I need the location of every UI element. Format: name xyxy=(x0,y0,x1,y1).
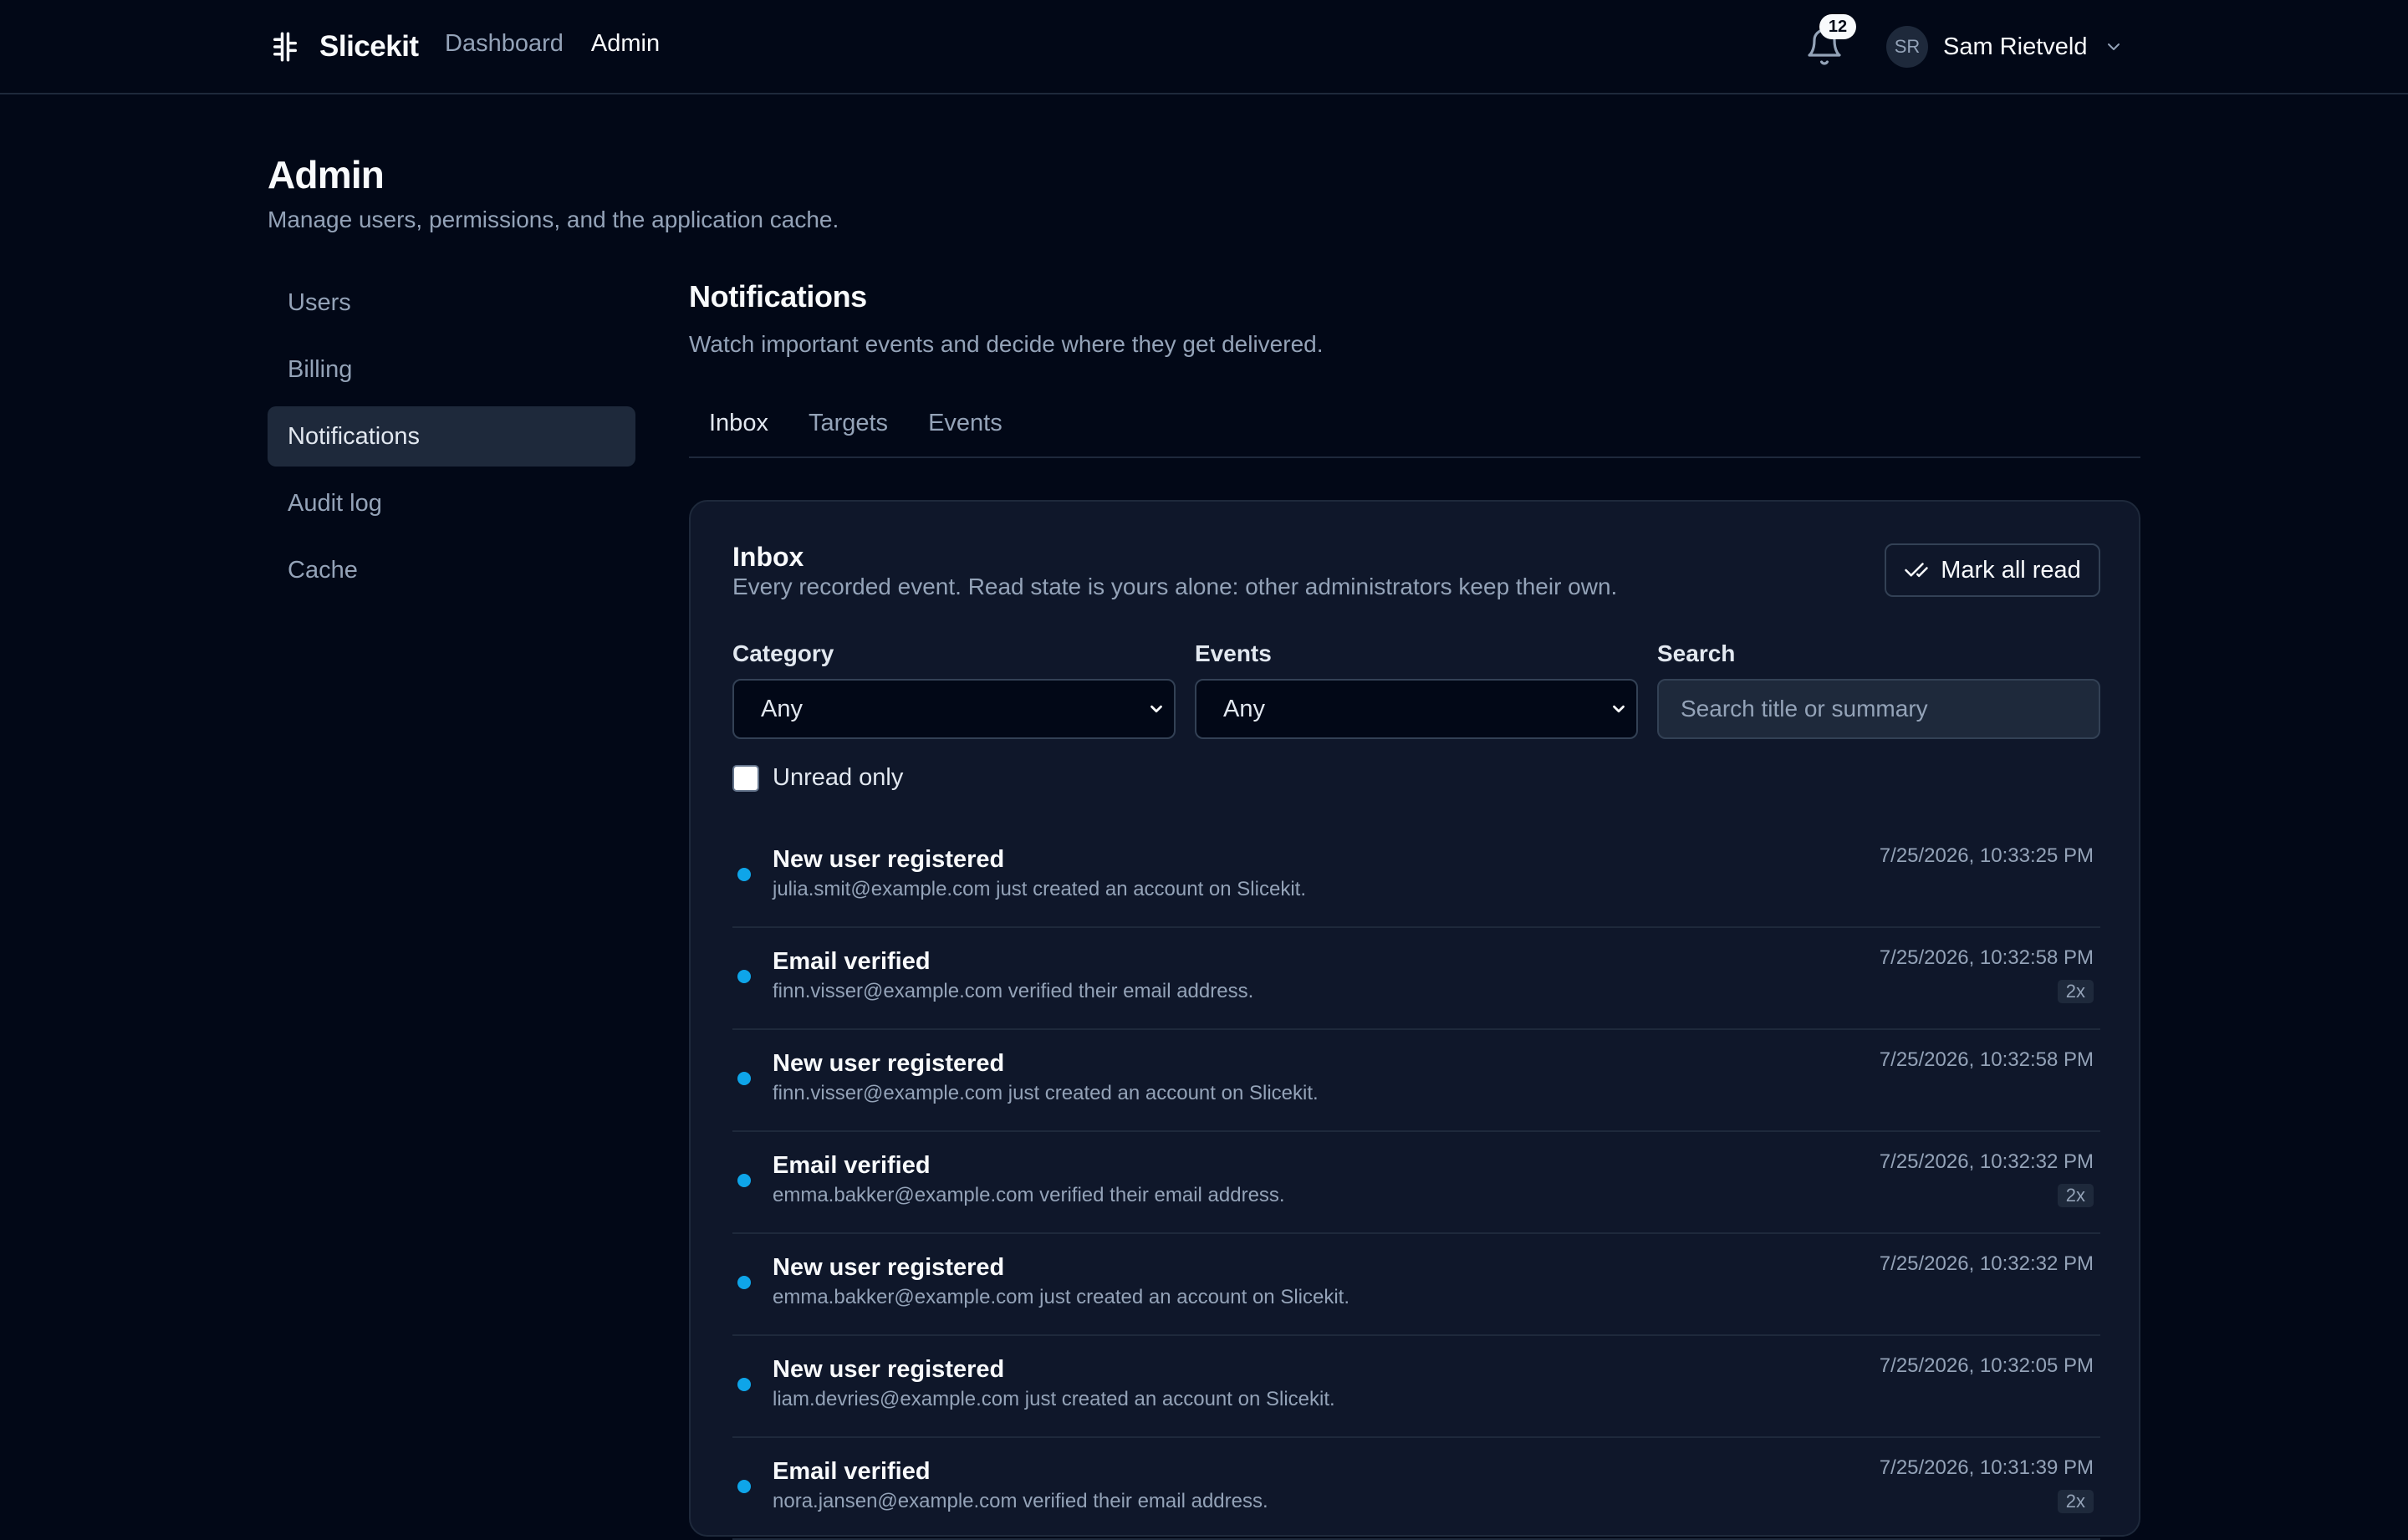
chevron-down-icon xyxy=(1613,705,1625,713)
events-filter: Events Any xyxy=(1195,640,1638,739)
events-label: Events xyxy=(1195,640,1272,666)
inbox-title: Inbox xyxy=(732,542,804,572)
nav-dashboard[interactable]: Dashboard xyxy=(445,30,564,58)
unread-only-label: Unread only xyxy=(773,764,904,791)
tab-events[interactable]: Events xyxy=(908,403,1023,443)
search-input[interactable] xyxy=(1657,679,2100,739)
mark-all-read-label: Mark all read xyxy=(1941,556,2081,584)
sidebar-item-cache[interactable]: Cache xyxy=(268,540,635,600)
brand-name: Slicekit xyxy=(319,30,419,63)
list-item[interactable]: New user registered julia.smit@example.c… xyxy=(732,826,2100,928)
item-title: New user registered xyxy=(773,1356,1005,1383)
item-title: Email verified xyxy=(773,948,931,975)
check-check-icon xyxy=(1905,563,1928,578)
sidebar-item-users[interactable]: Users xyxy=(268,273,635,333)
category-value: Any xyxy=(761,696,803,722)
notification-count-badge: 12 xyxy=(1819,14,1856,39)
list-item[interactable]: New user registered liam.devries@example… xyxy=(732,1336,2100,1438)
search-filter: Search xyxy=(1657,640,2100,739)
item-title: New user registered xyxy=(773,1050,1005,1077)
item-title: New user registered xyxy=(773,846,1005,873)
slicekit-logo-icon xyxy=(273,32,297,62)
avatar: SR xyxy=(1886,26,1928,68)
chevron-down-icon xyxy=(1150,705,1162,713)
unread-dot xyxy=(737,1480,751,1493)
item-summary: finn.visser@example.com verified their e… xyxy=(773,980,1254,1002)
list-item[interactable]: Email verified nora.jansen@example.com v… xyxy=(732,1438,2100,1540)
inbox-subtitle: Every recorded event. Read state is your… xyxy=(732,574,1618,599)
count-badge: 2x xyxy=(2057,1490,2094,1513)
list-item[interactable]: New user registered finn.visser@example.… xyxy=(732,1030,2100,1132)
section-subtitle: Watch important events and decide where … xyxy=(689,331,1324,357)
inbox-card: Inbox Every recorded event. Read state i… xyxy=(689,500,2140,1540)
sidebar-item-notifications[interactable]: Notifications xyxy=(268,406,635,467)
unread-only-toggle[interactable]: Unread only xyxy=(732,764,903,792)
item-summary: emma.bakker@example.com verified their e… xyxy=(773,1184,1285,1206)
events-select[interactable]: Any xyxy=(1195,679,1638,739)
brand[interactable]: Slicekit xyxy=(268,25,419,69)
events-value: Any xyxy=(1223,696,1265,722)
unread-dot xyxy=(737,1276,751,1289)
item-summary: emma.bakker@example.com just created an … xyxy=(773,1286,1350,1308)
unread-dot xyxy=(737,970,751,983)
unread-dot xyxy=(737,1174,751,1187)
page-title: Admin xyxy=(268,153,385,196)
tab-bar: Inbox Targets Events xyxy=(689,403,2140,458)
tab-targets[interactable]: Targets xyxy=(788,403,908,443)
item-timestamp: 7/25/2026, 10:32:32 PM xyxy=(1879,1252,2094,1275)
item-timestamp: 7/25/2026, 10:32:05 PM xyxy=(1879,1354,2094,1377)
user-name: Sam Rietveld xyxy=(1943,33,2088,60)
list-item[interactable]: Email verified emma.bakker@example.com v… xyxy=(732,1132,2100,1234)
item-timestamp: 7/25/2026, 10:33:25 PM xyxy=(1879,844,2094,867)
item-timestamp: 7/25/2026, 10:32:58 PM xyxy=(1879,946,2094,969)
unread-dot xyxy=(737,1072,751,1085)
item-timestamp: 7/25/2026, 10:31:39 PM xyxy=(1879,1456,2094,1479)
list-item[interactable]: Email verified finn.visser@example.com v… xyxy=(732,928,2100,1030)
item-title: Email verified xyxy=(773,1458,931,1485)
item-timestamp: 7/25/2026, 10:32:32 PM xyxy=(1879,1150,2094,1173)
item-title: Email verified xyxy=(773,1152,931,1179)
admin-sidebar: Users Billing Notifications Audit log Ca… xyxy=(268,273,635,607)
unread-dot xyxy=(737,1378,751,1391)
category-select[interactable]: Any xyxy=(732,679,1176,739)
unread-only-checkbox[interactable] xyxy=(732,764,759,792)
user-menu[interactable]: SR Sam Rietveld xyxy=(1886,25,2124,69)
count-badge: 2x xyxy=(2057,1184,2094,1207)
nav-admin[interactable]: Admin xyxy=(591,30,660,58)
search-label: Search xyxy=(1657,640,1736,666)
list-item[interactable]: New user registered emma.bakker@example.… xyxy=(732,1234,2100,1336)
unread-dot xyxy=(737,868,751,881)
mark-all-read-button[interactable]: Mark all read xyxy=(1885,543,2100,597)
item-summary: liam.devries@example.com just created an… xyxy=(773,1388,1335,1410)
section-title: Notifications xyxy=(689,279,867,314)
item-summary: finn.visser@example.com just created an … xyxy=(773,1082,1319,1104)
item-timestamp: 7/25/2026, 10:32:58 PM xyxy=(1879,1048,2094,1071)
top-bar: Slicekit Dashboard Admin 12 SR Sam Rietv… xyxy=(0,0,2408,94)
item-summary: nora.jansen@example.com verified their e… xyxy=(773,1490,1268,1512)
item-summary: julia.smit@example.com just created an a… xyxy=(773,878,1306,900)
notification-list: New user registered julia.smit@example.c… xyxy=(732,826,2100,1540)
count-badge: 2x xyxy=(2057,980,2094,1003)
category-filter: Category Any xyxy=(732,640,1176,739)
sidebar-item-billing[interactable]: Billing xyxy=(268,339,635,400)
notifications-section: Notifications Watch important events and… xyxy=(689,279,2140,458)
sidebar-item-audit-log[interactable]: Audit log xyxy=(268,473,635,533)
chevron-down-icon xyxy=(2108,43,2120,50)
tab-inbox[interactable]: Inbox xyxy=(689,403,788,443)
category-label: Category xyxy=(732,640,834,666)
item-title: New user registered xyxy=(773,1254,1005,1281)
top-nav: Dashboard Admin xyxy=(445,30,660,58)
page-subtitle: Manage users, permissions, and the appli… xyxy=(268,207,839,232)
